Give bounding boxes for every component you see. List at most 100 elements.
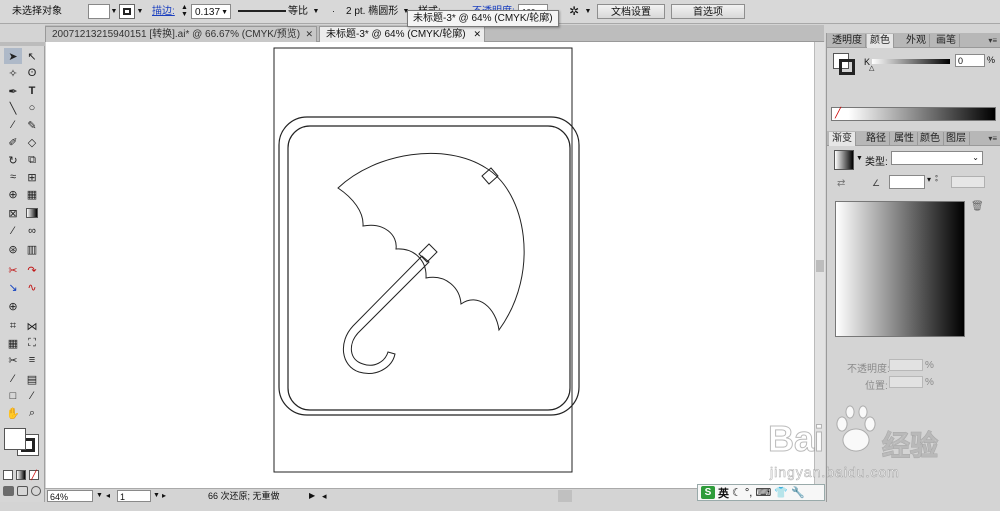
perspective-grid-tool-icon[interactable]: ▦ [23,186,41,202]
knife-tool-icon[interactable]: ≡ [23,352,41,368]
fill-swatch[interactable] [88,4,110,19]
tab-brushes[interactable]: 画笔 [933,34,960,48]
blend-tool-icon[interactable]: ∞ [23,223,41,239]
eraser-tool-icon[interactable]: ◇ [23,134,41,150]
skin-icon[interactable]: 👕 [774,486,788,499]
eyedropper-measure-icon[interactable]: ⁄ [4,371,22,387]
angle-dropdown-icon[interactable]: ▾ [927,175,931,184]
k-slider-track[interactable] [872,59,950,64]
brush-label[interactable]: 2 pt. 椭圆形 [346,4,398,19]
pen-tool-icon[interactable]: ✒ [4,83,22,99]
eyedropper-tool-icon[interactable]: ⁄ [4,223,22,239]
gradient-thumbnail[interactable] [834,150,854,170]
lasso-tool-icon[interactable]: ʘ [23,65,41,81]
prev-artboard-icon[interactable]: ◂ [106,490,110,502]
tab-color-guide[interactable]: 颜色 [917,132,944,146]
zoom-dropdown-icon[interactable]: ▼ [96,490,103,502]
recolor-icon[interactable]: ✲ [569,4,579,19]
rectangle-frame-icon[interactable]: □ [4,388,22,404]
stroke-stepper-icon[interactable]: ▲ ▼ [181,4,189,19]
artboard-field[interactable]: 1 [117,490,151,502]
warp-tool-icon[interactable]: ≈ [4,169,22,185]
artboard-tool-icon[interactable]: ⌗ [4,318,22,334]
live-paint-bucket-icon[interactable]: ▦ [4,335,22,351]
panel-menu-icon[interactable]: ▾≡ [988,134,997,143]
width-tool-icon[interactable]: ✂ [4,262,22,278]
draw-normal-icon[interactable] [3,486,14,496]
zoom-tool-icon[interactable]: ⌕ [23,405,41,421]
recolor-dropdown-icon[interactable]: ▼ [584,4,592,19]
close-icon[interactable]: ✕ [473,27,481,42]
add-anchor-tool-icon[interactable]: ↘ [4,279,22,295]
live-paint-selection-icon[interactable]: ⛶ [23,335,41,351]
panel-menu-icon[interactable]: ▾≡ [988,36,997,45]
tab-gradient[interactable]: 渐变 [829,132,856,146]
profile-dropdown-icon[interactable]: ▼ [312,4,320,19]
stroke-weight-field[interactable]: 0.137 ▼ [191,4,231,19]
none-mode-icon[interactable]: ╱ [29,470,39,480]
punctuation-icon[interactable]: °, [745,487,752,499]
gradient-preview[interactable] [835,201,965,337]
zoom-field[interactable]: 64% [47,490,93,502]
print-tiling-tool-icon[interactable]: ▤ [23,371,41,387]
magic-wand-tool-icon[interactable]: ✧ [4,65,22,81]
angle-field[interactable] [889,175,925,189]
moon-icon[interactable]: ☾ [732,486,742,499]
tab-attributes[interactable]: 属性 [891,132,918,146]
artboard-canvas[interactable] [46,42,814,488]
vertical-scroll-thumb[interactable] [816,260,824,272]
status-menu-icon[interactable]: ▶ [309,490,315,502]
tab-transparency[interactable]: 透明度 [829,34,866,48]
color-mode-icon[interactable] [3,470,13,480]
preferences-button[interactable]: 首选项 [671,4,745,19]
stroke-swatch[interactable] [119,4,135,19]
blob-brush-tool-icon[interactable]: ✐ [4,134,22,150]
next-artboard-icon[interactable]: ▸ [162,490,166,502]
rotate-tool-icon[interactable]: ↻ [4,152,22,168]
smooth-tool-icon[interactable]: ∿ [23,279,41,295]
keyboard-icon[interactable]: ⌨ [755,486,771,499]
stroke-dropdown-icon[interactable]: ▼ [136,4,144,19]
fill-dropdown-icon[interactable]: ▼ [110,4,118,19]
slice-tool-icon[interactable]: ⋈ [23,318,41,334]
hand-tool-icon[interactable]: ✋ [4,405,22,421]
tab-color[interactable]: 颜色 [867,34,894,48]
gradient-type-select[interactable]: ⌄ [891,151,983,165]
reverse-gradient-icon[interactable]: ⇄ [837,178,845,189]
type-tool-icon[interactable]: T [23,83,41,99]
draw-behind-icon[interactable] [17,486,28,496]
mesh-tool-icon[interactable]: ⊠ [4,205,22,221]
ellipse-tool-icon[interactable]: ○ [23,100,41,116]
reshape-tool-icon[interactable]: ↷ [23,262,41,278]
tab-pathfinder[interactable]: 路径 [863,132,890,146]
free-transform-tool-icon[interactable]: ⊞ [23,169,41,185]
gradient-mode-icon[interactable] [16,470,26,480]
direct-selection-tool-icon[interactable]: ↖ [23,48,41,64]
draw-inside-icon[interactable] [31,486,41,496]
fill-color-box[interactable] [4,428,26,450]
gradient-position-field[interactable] [889,376,923,388]
profile-label[interactable]: 等比 [288,4,308,19]
ime-lang-label[interactable]: 英 [718,485,729,501]
tab-appearance[interactable]: 外观 [903,34,930,48]
scroll-left-icon[interactable]: ◂ [322,490,327,502]
gradient-tool-icon[interactable] [23,205,41,221]
aspect-field[interactable] [951,176,985,188]
wrench-icon[interactable]: 🔧 [791,486,805,499]
color-panel-stroke-swatch[interactable] [839,59,855,75]
channel-k-value[interactable]: 0 [955,54,985,67]
tab-document-1[interactable]: 20071213215940151 [转换].ai* @ 66.67% (CMY… [45,26,317,42]
tab-layers[interactable]: 图层 [943,132,970,146]
close-icon[interactable]: ✕ [305,27,313,42]
horizontal-scroll-thumb[interactable] [558,490,572,502]
column-graph-tool-icon[interactable]: ▥ [23,241,41,257]
shape-builder-tool-icon[interactable]: ⊕ [4,186,22,202]
scissors-tool-icon[interactable]: ✂ [4,352,22,368]
gradient-dropdown-icon[interactable]: ▼ [856,155,863,162]
k-slider-thumb[interactable]: △ [869,64,874,72]
artboard-dropdown-icon[interactable]: ▼ [153,490,160,502]
vertical-scrollbar[interactable] [814,42,825,488]
line-tool-icon[interactable]: ╲ [4,100,22,116]
sogou-s-icon[interactable]: S [701,486,715,499]
stroke-label-link[interactable]: 描边: [152,4,175,19]
